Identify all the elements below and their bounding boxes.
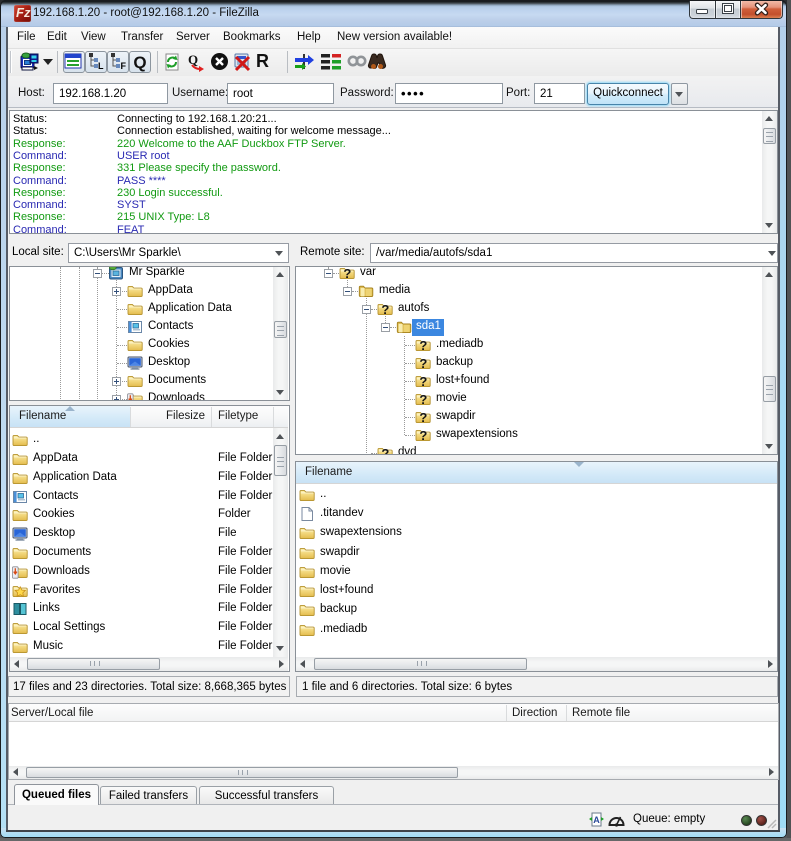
svg-text:A: A — [593, 815, 600, 825]
svg-text:F: F — [121, 61, 127, 71]
svg-text:L: L — [98, 61, 104, 71]
svg-text:Q: Q — [133, 53, 146, 72]
